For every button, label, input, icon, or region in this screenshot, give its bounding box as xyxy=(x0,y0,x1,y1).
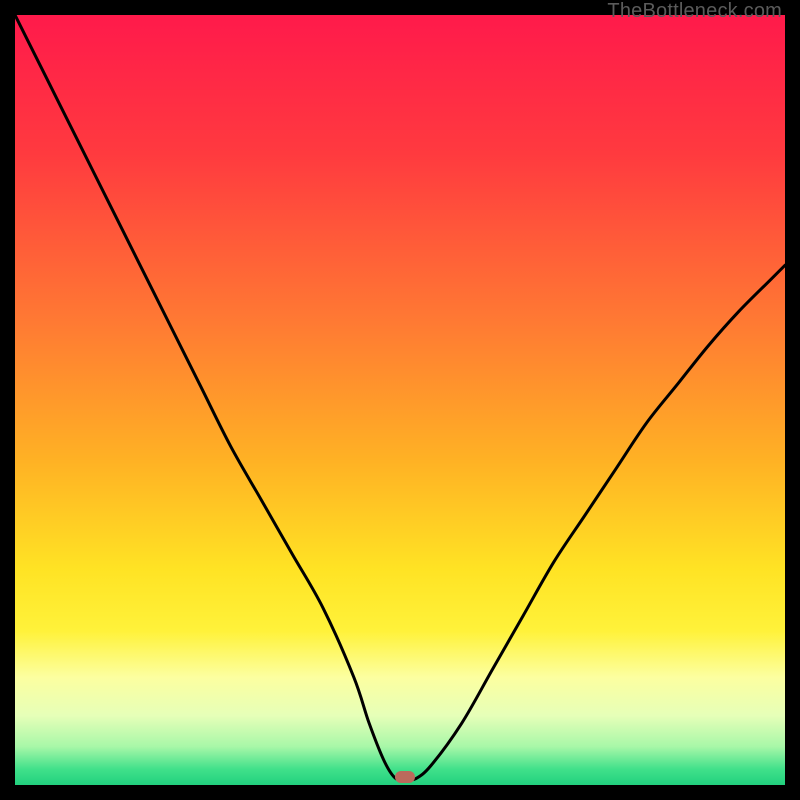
watermark-text: TheBottleneck.com xyxy=(607,0,782,23)
plot-area xyxy=(15,15,785,785)
optimal-marker xyxy=(395,771,415,783)
chart-frame: TheBottleneck.com xyxy=(0,0,800,800)
bottleneck-curve xyxy=(15,15,785,785)
